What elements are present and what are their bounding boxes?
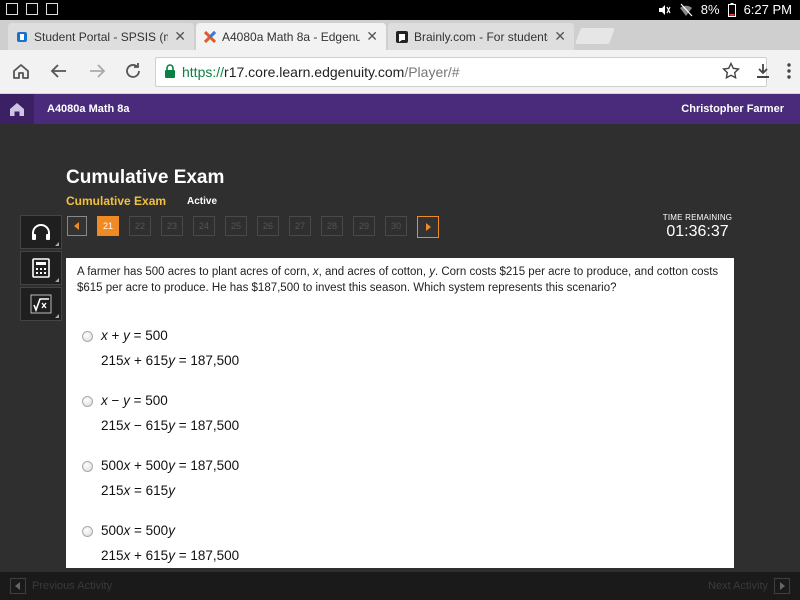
- gallery-icon: [26, 3, 38, 15]
- course-name: A4080a Math 8a: [47, 103, 130, 115]
- tab-edgenuity[interactable]: A4080a Math 8a - Edgenuity ✕: [196, 23, 386, 50]
- download-icon[interactable]: [754, 62, 772, 85]
- bookmark-star-icon[interactable]: [721, 61, 741, 85]
- equation-line-2: 215x + 615y = 187,500: [101, 353, 240, 368]
- brainly-icon: [396, 30, 408, 43]
- clock: 6:27 PM: [743, 2, 792, 17]
- question-prompt: A farmer has 500 acres to plant acres of…: [77, 266, 719, 294]
- next-activity-label[interactable]: Next Activity: [708, 580, 768, 592]
- url-path: /Player/#: [404, 64, 460, 80]
- calculator-icon: [32, 258, 50, 278]
- square-root-icon: [30, 294, 52, 314]
- address-bar[interactable]: https://r17.core.learn.edgenuity.com/Pla…: [155, 57, 767, 87]
- spsis-icon: [16, 31, 28, 43]
- browser-toolbar: https://r17.core.learn.edgenuity.com/Pla…: [0, 50, 800, 94]
- lock-icon: [164, 63, 176, 81]
- question-number-28[interactable]: 28: [321, 216, 343, 236]
- wifi-off-icon: [679, 3, 693, 16]
- arrow-right-icon: [780, 582, 785, 590]
- home-icon[interactable]: [10, 60, 34, 84]
- headphones-icon: [32, 224, 50, 240]
- equation-line-2: 215x − 615y = 187,500: [101, 418, 240, 433]
- tab-student-portal[interactable]: Student Portal - SPSIS (mirus ✕: [8, 23, 194, 50]
- equation-line-1: 500x = 500y: [101, 523, 175, 538]
- next-question-button[interactable]: [417, 216, 439, 238]
- formula-tool-button[interactable]: [20, 287, 62, 321]
- audio-tool-button[interactable]: [20, 215, 62, 249]
- radio-button[interactable]: [82, 461, 93, 472]
- question-number-22[interactable]: 22: [129, 216, 151, 236]
- time-remaining: TIME REMAINING 01:36:37: [660, 213, 735, 241]
- notification-icon: [6, 3, 18, 15]
- exam-subtitle: Cumulative Exam: [66, 194, 167, 208]
- menu-dots-icon[interactable]: [786, 62, 792, 85]
- arrow-right-icon: [426, 223, 431, 231]
- tab-title: Student Portal - SPSIS (mirus: [34, 29, 168, 44]
- tool-sidebar: [20, 215, 62, 323]
- close-tab-icon[interactable]: ✕: [554, 28, 566, 45]
- mute-icon: [658, 4, 671, 15]
- next-activity-button[interactable]: [774, 578, 790, 594]
- previous-activity-label[interactable]: Previous Activity: [32, 580, 112, 592]
- calculator-tool-button[interactable]: [20, 251, 62, 285]
- exam-status: Active: [187, 196, 218, 207]
- forward-arrow-icon[interactable]: [86, 60, 110, 84]
- tab-brainly[interactable]: Brainly.com - For students. B ✕: [388, 23, 574, 50]
- question-number-30[interactable]: 30: [385, 216, 407, 236]
- equation-line-2: 215x = 615y: [101, 483, 175, 498]
- question-panel: A farmer has 500 acres to plant acres of…: [66, 258, 734, 568]
- previous-activity-button[interactable]: [10, 578, 26, 594]
- edgenuity-icon: [203, 30, 217, 43]
- tab-title: A4080a Math 8a - Edgenuity: [222, 29, 361, 44]
- battery-percent: 8%: [700, 2, 720, 17]
- notification-icons: [6, 3, 58, 15]
- status-bar: 8% 6:27 PM: [0, 0, 800, 20]
- corner-indicator: [55, 314, 59, 318]
- activity-footer: Previous Activity Next Activity: [0, 572, 800, 600]
- question-number-25[interactable]: 25: [225, 216, 247, 236]
- download-icon: [46, 3, 58, 15]
- url-scheme: https://: [182, 64, 225, 80]
- close-tab-icon[interactable]: ✕: [174, 28, 186, 45]
- course-header: A4080a Math 8a Christopher Farmer: [0, 94, 800, 124]
- radio-button[interactable]: [82, 331, 93, 342]
- equation-line-1: 500x + 500y = 187,500: [101, 458, 240, 473]
- radio-button[interactable]: [82, 396, 93, 407]
- student-name[interactable]: Christopher Farmer: [681, 103, 784, 115]
- home-icon: [10, 103, 24, 116]
- battery-icon: [727, 2, 736, 17]
- timer-value: 01:36:37: [666, 223, 729, 240]
- equation-line-1: x + y = 500: [101, 328, 168, 343]
- question-number-24[interactable]: 24: [193, 216, 215, 236]
- equation-line-1: x − y = 500: [101, 393, 168, 408]
- close-tab-icon[interactable]: ✕: [366, 28, 378, 45]
- arrow-left-icon: [15, 582, 20, 590]
- question-number-29[interactable]: 29: [353, 216, 375, 236]
- url-host: r17.core.learn.edgenuity.com: [224, 64, 405, 80]
- corner-indicator: [55, 278, 59, 282]
- corner-indicator: [55, 242, 59, 246]
- tab-title: Brainly.com - For students. B: [414, 29, 548, 44]
- previous-question-button[interactable]: [67, 216, 87, 236]
- question-number-21[interactable]: 21: [97, 216, 119, 236]
- timer-label: TIME REMAINING: [662, 213, 733, 222]
- back-arrow-icon[interactable]: [48, 60, 72, 84]
- reload-icon[interactable]: [122, 60, 146, 84]
- radio-button[interactable]: [82, 526, 93, 537]
- question-number-27[interactable]: 27: [289, 216, 311, 236]
- exam-title: Cumulative Exam: [66, 167, 225, 188]
- course-home-button[interactable]: [0, 94, 34, 124]
- equation-line-2: 215x + 615y = 187,500: [101, 548, 240, 563]
- question-number-23[interactable]: 23: [161, 216, 183, 236]
- new-tab-button[interactable]: [575, 28, 615, 44]
- question-navigator: 21 22 23 24 25 26 27 28 29 30: [67, 216, 439, 238]
- question-number-26[interactable]: 26: [257, 216, 279, 236]
- arrow-left-icon: [74, 222, 79, 230]
- tab-strip: Student Portal - SPSIS (mirus ✕ A4080a M…: [0, 20, 800, 50]
